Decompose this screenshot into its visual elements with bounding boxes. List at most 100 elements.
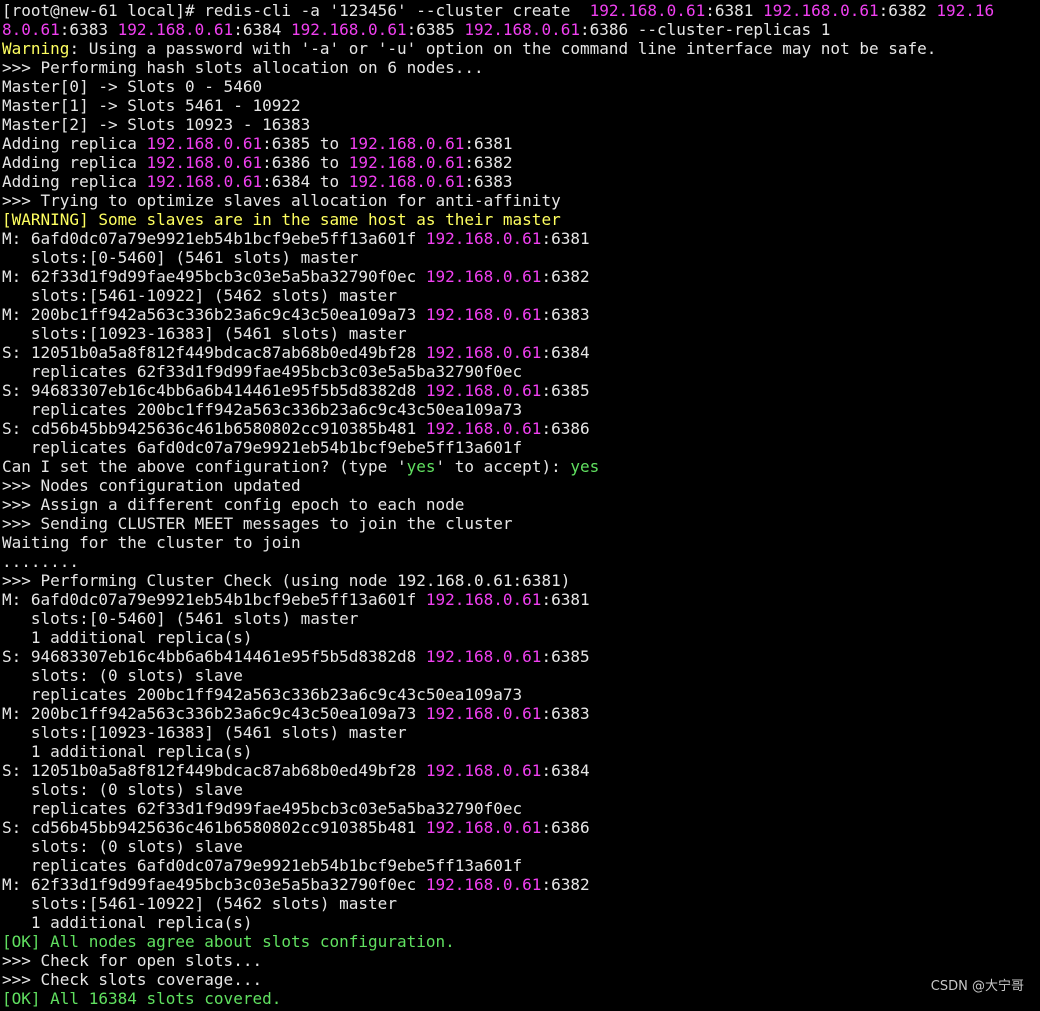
output-text: : Using a password with '-a' or '-u' opt… xyxy=(69,39,937,58)
terminal-line: Can I set the above configuration? (type… xyxy=(2,457,1038,476)
output-text: M: 62f33d1f9d99fae495bcb3c03e5a5ba32790f… xyxy=(2,875,426,894)
terminal-line: Master[0] -> Slots 0 - 5460 xyxy=(2,77,1038,96)
terminal-line: Waiting for the cluster to join xyxy=(2,533,1038,552)
ip-address-text: 192.168.0.61 xyxy=(425,267,542,286)
ip-address-text: 192.168.0.61 xyxy=(425,305,542,324)
output-text: :6383 xyxy=(541,704,590,723)
terminal-line: slots:[5461-10922] (5462 slots) master xyxy=(2,894,1038,913)
ip-address-text: 192.168.0.61 xyxy=(146,153,263,172)
terminal-line: S: 94683307eb16c4bb6a6b414461e95f5b5d838… xyxy=(2,647,1038,666)
output-text: Adding replica xyxy=(2,172,147,191)
terminal-line: replicates 200bc1ff942a563c336b23a6c9c43… xyxy=(2,685,1038,704)
terminal-line: S: cd56b45bb9425636c461b6580802cc910385b… xyxy=(2,818,1038,837)
terminal-line: >>> Check slots coverage... xyxy=(2,970,1038,989)
output-text: Master[0] -> Slots 0 - 5460 xyxy=(2,77,263,96)
ip-address-text: 192.168.0.61 xyxy=(348,172,465,191)
terminal-line: [root@new-61 local]# redis-cli -a '12345… xyxy=(2,1,1038,20)
ip-address-text: 192.168.0.61 xyxy=(425,343,542,362)
output-text: M: 6afd0dc07a79e9921eb54b1bcf9ebe5ff13a6… xyxy=(2,229,426,248)
terminal-line: 8.0.61:6383 192.168.0.61:6384 192.168.0.… xyxy=(2,20,1038,39)
ip-address-text: 192.16 xyxy=(936,1,995,20)
terminal-line: M: 6afd0dc07a79e9921eb54b1bcf9ebe5ff13a6… xyxy=(2,229,1038,248)
output-text: :6385 xyxy=(406,20,465,39)
terminal-line: replicates 62f33d1f9d99fae495bcb3c03e5a5… xyxy=(2,362,1038,381)
output-text: M: 6afd0dc07a79e9921eb54b1bcf9ebe5ff13a6… xyxy=(2,590,426,609)
terminal-line: >>> Performing hash slots allocation on … xyxy=(2,58,1038,77)
ip-address-text: 192.168.0.61 xyxy=(425,761,542,780)
terminal-line: [WARNING] Some slaves are in the same ho… xyxy=(2,210,1038,229)
output-text: :6384 xyxy=(541,343,590,362)
output-text: M: 62f33d1f9d99fae495bcb3c03e5a5ba32790f… xyxy=(2,267,426,286)
output-text: replicates 200bc1ff942a563c336b23a6c9c43… xyxy=(2,685,523,704)
output-text: S: cd56b45bb9425636c461b6580802cc910385b… xyxy=(2,818,426,837)
terminal-line: M: 62f33d1f9d99fae495bcb3c03e5a5ba32790f… xyxy=(2,267,1038,286)
output-text: :6381 xyxy=(541,229,590,248)
output-text: >>> Performing Cluster Check (using node… xyxy=(2,571,571,590)
terminal-line: >>> Assign a different config epoch to e… xyxy=(2,495,1038,514)
output-text: Can I set the above configuration? (type… xyxy=(2,457,407,476)
output-text: [root@new-61 local]# redis-cli -a '12345… xyxy=(2,1,590,20)
output-text: ' to accept): xyxy=(435,457,571,476)
terminal-line: Adding replica 192.168.0.61:6386 to 192.… xyxy=(2,153,1038,172)
terminal-line: slots: (0 slots) slave xyxy=(2,666,1038,685)
warning-text: [WARNING] Some slaves are in the same ho… xyxy=(2,210,561,229)
output-text: slots:[5461-10922] (5462 slots) master xyxy=(2,286,397,305)
output-text: Master[2] -> Slots 10923 - 16383 xyxy=(2,115,311,134)
output-text: :6384 xyxy=(541,761,590,780)
ip-address-text: 192.168.0.61 xyxy=(425,818,542,837)
terminal-line: >>> Performing Cluster Check (using node… xyxy=(2,571,1038,590)
output-text: :6381 xyxy=(464,134,513,153)
output-text: >>> Nodes configuration updated xyxy=(2,476,301,495)
ip-address-text: 192.168.0.61 xyxy=(348,134,465,153)
output-text: Adding replica xyxy=(2,134,147,153)
output-text: :6386 xyxy=(541,419,590,438)
output-text: :6385 xyxy=(541,647,590,666)
terminal-line: slots: (0 slots) slave xyxy=(2,837,1038,856)
output-text: :6382 xyxy=(878,1,937,20)
output-text: Master[1] -> Slots 5461 - 10922 xyxy=(2,96,301,115)
output-text: replicates 200bc1ff942a563c336b23a6c9c43… xyxy=(2,400,523,419)
terminal-line: >>> Trying to optimize slaves allocation… xyxy=(2,191,1038,210)
ip-address-text: 192.168.0.61 xyxy=(146,134,263,153)
output-text: :6381 xyxy=(705,1,763,20)
output-text: slots: (0 slots) slave xyxy=(2,666,243,685)
terminal-line: slots:[5461-10922] (5462 slots) master xyxy=(2,286,1038,305)
ok-text: yes xyxy=(406,457,436,476)
ip-address-text: 192.168.0.61 xyxy=(290,20,407,39)
ok-text: [OK] All 16384 slots covered. xyxy=(2,989,282,1008)
output-text: S: 94683307eb16c4bb6a6b414461e95f5b5d838… xyxy=(2,647,426,666)
ip-address-text: 192.168.0.61 xyxy=(425,381,542,400)
output-text: Adding replica xyxy=(2,153,147,172)
output-text: >>> Trying to optimize slaves allocation… xyxy=(2,191,561,210)
output-text: :6385 to xyxy=(262,134,349,153)
ip-address-text: 8.0.61 xyxy=(2,20,60,39)
output-text: :6382 xyxy=(541,875,590,894)
ip-address-text: 192.168.0.61 xyxy=(425,647,542,666)
ip-address-text: 192.168.0.61 xyxy=(425,704,542,723)
output-text: S: 12051b0a5a8f812f449bdcac87ab68b0ed49b… xyxy=(2,343,426,362)
terminal-line: 1 additional replica(s) xyxy=(2,913,1038,932)
terminal-line: replicates 6afd0dc07a79e9921eb54b1bcf9eb… xyxy=(2,856,1038,875)
terminal-line: ........ xyxy=(2,552,1038,571)
terminal-line: S: 12051b0a5a8f812f449bdcac87ab68b0ed49b… xyxy=(2,761,1038,780)
ip-address-text: 192.168.0.61 xyxy=(464,20,580,39)
terminal-line: M: 6afd0dc07a79e9921eb54b1bcf9ebe5ff13a6… xyxy=(2,590,1038,609)
terminal-line: >>> Sending CLUSTER MEET messages to joi… xyxy=(2,514,1038,533)
terminal-line: 1 additional replica(s) xyxy=(2,628,1038,647)
terminal-line: Warning: Using a password with '-a' or '… xyxy=(2,39,1038,58)
output-text: >>> Assign a different config epoch to e… xyxy=(2,495,465,514)
terminal-line: M: 200bc1ff942a563c336b23a6c9c43c50ea109… xyxy=(2,704,1038,723)
ip-address-text: 192.168.0.61 xyxy=(425,590,542,609)
terminal-line: Adding replica 192.168.0.61:6384 to 192.… xyxy=(2,172,1038,191)
output-text: slots: (0 slots) slave xyxy=(2,837,243,856)
output-text: Waiting for the cluster to join xyxy=(2,533,301,552)
output-text: :6382 xyxy=(541,267,590,286)
terminal-line: slots:[0-5460] (5461 slots) master xyxy=(2,609,1038,628)
output-text: :6383 xyxy=(541,305,590,324)
ip-address-text: 192.168.0.61 xyxy=(117,20,234,39)
output-text: :6384 xyxy=(233,20,291,39)
output-text: :6386 to xyxy=(262,153,349,172)
output-text: >>> Check for open slots... xyxy=(2,951,263,970)
terminal-line: slots:[10923-16383] (5461 slots) master xyxy=(2,723,1038,742)
terminal-output[interactable]: [root@new-61 local]# redis-cli -a '12345… xyxy=(2,0,1038,1011)
